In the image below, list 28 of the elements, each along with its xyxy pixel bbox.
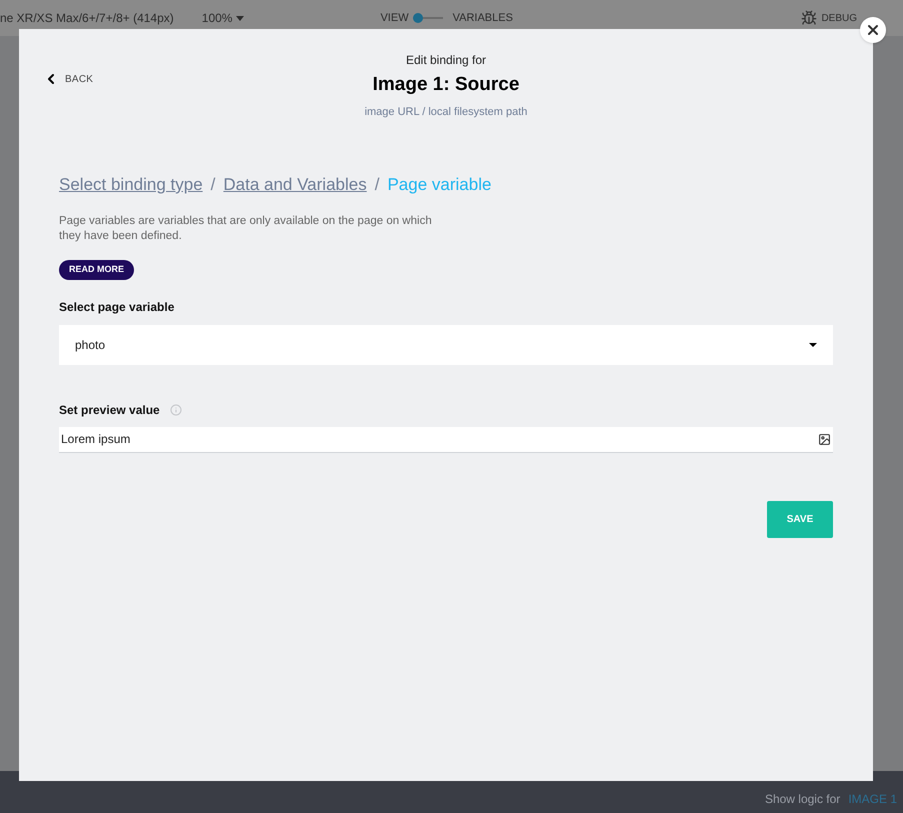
save-button[interactable]: SAVE [767,500,833,538]
variables-label: VARIABLES [452,10,513,26]
breadcrumb-separator: / [210,174,216,196]
image-icon[interactable] [818,432,831,446]
breadcrumb-link[interactable]: Page variable [387,172,492,198]
device-label[interactable]: ne XR/XS Max/6+/7+/8+ (414px) [0,9,174,27]
bug-icon[interactable] [801,10,818,26]
description-text: Page variables are variables that are only available on the page on which they have been defined. [59,214,433,244]
read-more-button[interactable]: READ MORE [59,260,134,280]
close-icon [865,22,881,38]
dialog-subtitle: Edit binding for [406,52,486,69]
select-label: Select page variable [59,298,176,316]
show-logic-label: Show logic for [764,791,840,808]
caret-icon [809,342,817,347]
dialog-title: Image 1: Source [372,73,520,97]
variable-select[interactable]: photo [59,324,833,365]
back-button[interactable]: BACK [43,71,94,87]
debug-label[interactable]: DEBUG [821,10,857,26]
preview-field[interactable]: Lorem ipsum [59,426,833,453]
breadcrumb-link[interactable]: Select binding type [59,172,203,198]
mode-toggle[interactable] [412,13,443,23]
zoom-dropdown[interactable]: 100% [202,9,244,27]
dialog-hint: image URL / local filesystem path [364,104,528,120]
caret-icon [236,16,244,20]
preview-label: Set preview value [59,402,160,419]
breadcrumb-separator: / [374,174,380,196]
view-label: VIEW [380,10,409,26]
breadcrumb-link[interactable]: Data and Variables [223,172,367,198]
